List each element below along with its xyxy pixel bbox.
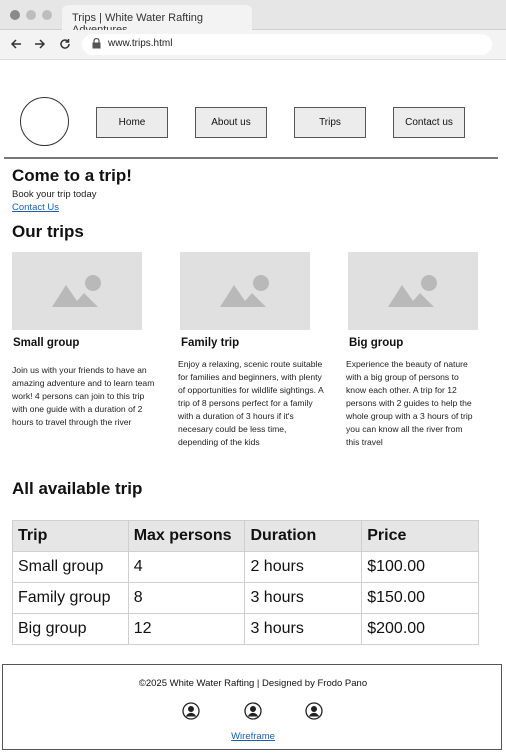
logo[interactable] (20, 97, 69, 146)
wireframe-link[interactable]: Wireframe (3, 731, 503, 742)
url-text: www.trips.html (108, 38, 173, 49)
hero-heading: Come to a trip! (12, 166, 132, 185)
column-header: Price (361, 520, 479, 552)
image-placeholder-icon (388, 275, 437, 307)
person-icon[interactable] (305, 702, 323, 720)
nav-about-button[interactable]: About us (195, 107, 267, 138)
table-cell: $200.00 (361, 613, 479, 645)
window-maximize-icon[interactable] (42, 10, 52, 20)
image-placeholder-icon (220, 275, 269, 307)
browser-titlebar: Trips | White Water Rafting Adventures (0, 0, 506, 36)
nav-contact-button[interactable]: Contact us (393, 107, 465, 138)
trips-table: Trip Max persons Duration Price Small gr… (12, 520, 479, 645)
table-cell: 2 hours (244, 551, 363, 583)
nav-trips-button[interactable]: Trips (294, 107, 366, 138)
card-image (180, 252, 310, 330)
table-header-row: Trip Max persons Duration Price (12, 520, 479, 552)
copyright-text: ©2025 White Water Rafting | Designed by … (138, 678, 368, 689)
back-arrow-icon[interactable] (8, 37, 24, 53)
person-icon[interactable] (182, 702, 200, 720)
table-row: Family group 8 3 hours $150.00 (12, 582, 479, 614)
address-bar[interactable]: www.trips.html (82, 34, 492, 55)
browser-toolbar: www.trips.html (0, 30, 506, 60)
card-image (12, 252, 142, 330)
table-cell: 3 hours (244, 613, 363, 645)
page-footer: ©2025 White Water Rafting | Designed by … (2, 664, 502, 750)
window-minimize-icon[interactable] (26, 10, 36, 20)
browser-tab[interactable]: Trips | White Water Rafting Adventures (62, 5, 252, 36)
table-cell: 8 (127, 582, 246, 614)
table-cell: 12 (127, 613, 246, 645)
card-title-family-trip: Family trip (181, 337, 240, 349)
table-cell: 4 (127, 551, 246, 583)
table-cell: Small group (12, 551, 129, 583)
card-description: Enjoy a relaxing, scenic route suitable … (178, 359, 324, 447)
window-close-icon[interactable] (10, 10, 20, 20)
card-title-big-group: Big group (349, 337, 404, 349)
all-trips-heading: All available trip (12, 479, 143, 498)
column-header: Duration (244, 520, 363, 552)
header-divider (4, 157, 498, 159)
column-header: Trip (12, 520, 129, 552)
card-description: Join us with your friends to have an ama… (12, 365, 155, 427)
reload-icon[interactable] (57, 37, 73, 53)
table-cell: $100.00 (361, 551, 479, 583)
our-trips-heading: Our trips (12, 222, 84, 241)
card-description: Experience the beauty of nature with a b… (346, 359, 473, 447)
table-cell: Family group (12, 582, 129, 614)
nav-home-button[interactable]: Home (96, 107, 168, 138)
contact-us-link[interactable]: Contact Us (12, 202, 59, 213)
card-title-small-group: Small group (13, 337, 80, 349)
table-cell: 3 hours (244, 582, 363, 614)
table-cell: $150.00 (361, 582, 479, 614)
column-header: Max persons (127, 520, 246, 552)
lock-icon (92, 38, 101, 49)
image-placeholder-icon (52, 275, 101, 307)
table-row: Big group 12 3 hours $200.00 (12, 613, 479, 645)
table-row: Small group 4 2 hours $100.00 (12, 551, 479, 583)
forward-arrow-icon[interactable] (32, 37, 48, 53)
card-image (348, 252, 478, 330)
hero-subtext: Book your trip today (12, 189, 97, 200)
person-icon[interactable] (244, 702, 262, 720)
table-cell: Big group (12, 613, 129, 645)
